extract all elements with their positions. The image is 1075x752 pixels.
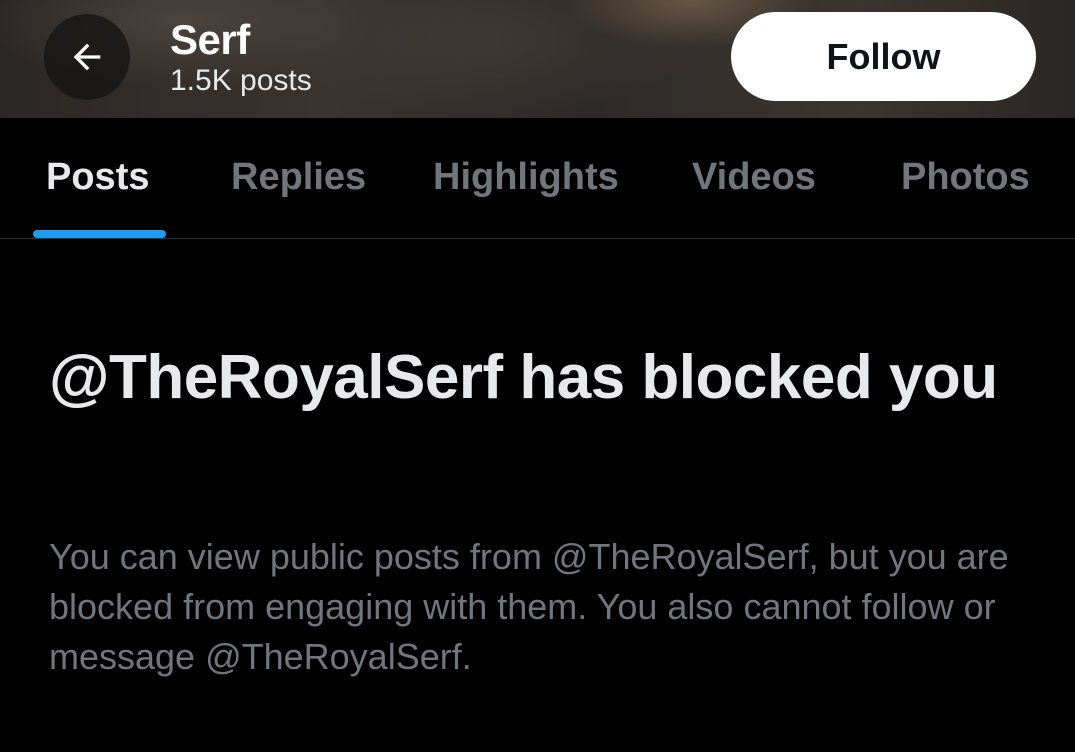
- back-button[interactable]: [44, 14, 130, 100]
- blocked-title: @TheRoyalSerf has blocked you: [49, 343, 998, 412]
- tab-videos[interactable]: Videos: [692, 154, 816, 200]
- tab-posts[interactable]: Posts: [46, 154, 149, 200]
- post-count: 1.5K posts: [170, 64, 312, 97]
- tab-photos[interactable]: Photos: [901, 154, 1030, 200]
- active-tab-indicator: [33, 230, 166, 238]
- follow-button[interactable]: Follow: [731, 12, 1036, 101]
- tab-highlights[interactable]: Highlights: [433, 154, 619, 200]
- arrow-left-icon: [73, 43, 101, 71]
- tab-replies[interactable]: Replies: [231, 154, 366, 200]
- profile-name: Serf: [170, 16, 250, 63]
- blocked-description: You can view public posts from @TheRoyal…: [49, 536, 1009, 677]
- profile-header: Serf 1.5K posts Follow: [0, 0, 1075, 118]
- profile-tabs: Posts Replies Highlights Videos Photos: [0, 118, 1075, 239]
